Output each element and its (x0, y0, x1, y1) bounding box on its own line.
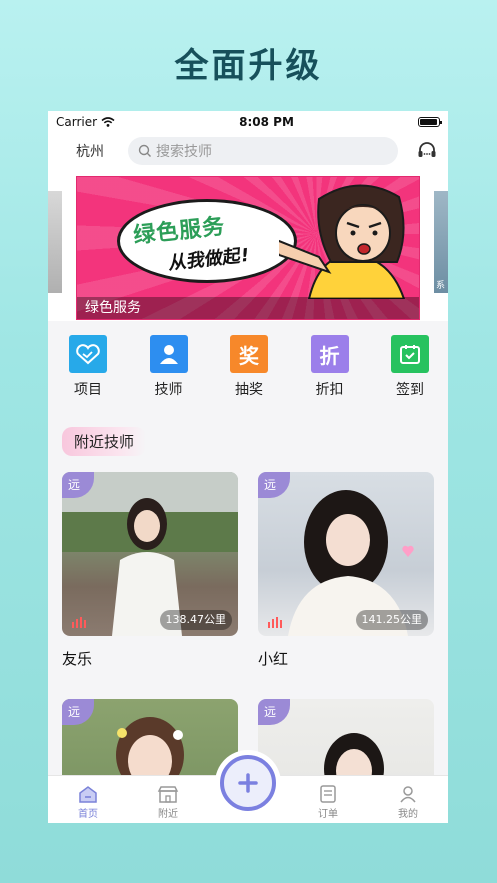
prize-glyph: 奖 (239, 343, 259, 368)
bottom-tab-bar: 首页 附近 订单 我的 (48, 750, 448, 823)
tab-home-label: 首页 (78, 809, 98, 820)
cartoon-character-illustration (279, 184, 406, 299)
top-bar: 杭州 搜索技师 (48, 133, 448, 169)
technician-photo[interactable]: 远 141.25公里 (258, 472, 434, 636)
discount-glyph: 折 (319, 343, 340, 368)
person-icon (149, 335, 188, 373)
status-bar: Carrier 8:08 PM (48, 111, 448, 133)
banner-caption: 绿色服务 (77, 297, 419, 319)
promo-headline: 全面升级 (174, 46, 323, 86)
phone-screen: Carrier 8:08 PM 杭州 搜索技师 系 绿色服务 从我做起! 绿色服… (48, 111, 448, 823)
headset-icon (418, 142, 436, 157)
search-input[interactable]: 搜索技师 (128, 137, 398, 165)
category-grid: 项目 技师 奖 抽奖 折 折扣 签到 (48, 321, 448, 399)
discount-icon: 折 (310, 335, 349, 373)
carrier-label: Carrier (56, 115, 98, 129)
tab-orders-label: 订单 (318, 809, 338, 820)
technician-photo[interactable]: 远 138.47公里 (62, 472, 238, 636)
battery-icon (418, 117, 442, 127)
clock: 8:08 PM (239, 115, 294, 129)
category-checkin[interactable]: 签到 (390, 335, 430, 399)
publish-button[interactable] (215, 750, 281, 816)
banner-next-caption: 系 (436, 281, 446, 291)
distance-label: 138.47公里 (159, 610, 232, 630)
category-checkin-label: 签到 (396, 382, 424, 398)
wifi-icon (101, 117, 115, 127)
tab-nearby[interactable]: 附近 (128, 776, 208, 823)
handshake-icon (69, 335, 107, 373)
technician-name[interactable]: 小红 (258, 648, 434, 669)
checkin-calendar-icon (391, 335, 429, 373)
technician-card[interactable]: 远 138.47公里 友乐 (62, 472, 238, 669)
category-discount[interactable]: 折 折扣 (310, 335, 350, 399)
tab-orders[interactable]: 订单 (288, 776, 368, 823)
search-icon (138, 144, 151, 157)
banner-next-preview[interactable]: 系 (434, 191, 448, 293)
voice-wave-icon (268, 617, 282, 628)
distance-label: 141.25公里 (355, 610, 428, 630)
nearby-section-title: 附近技师 (62, 427, 147, 456)
plus-icon (238, 773, 258, 793)
category-discount-label: 折扣 (315, 382, 344, 398)
publish-button-ring (220, 755, 276, 811)
prize-icon: 奖 (230, 335, 268, 373)
city-selector[interactable]: 杭州 (58, 141, 128, 161)
order-list-icon (320, 785, 336, 803)
banner-prev-preview[interactable] (48, 191, 62, 293)
tab-mine-label: 我的 (398, 809, 418, 820)
tab-mine[interactable]: 我的 (368, 776, 448, 823)
tab-home[interactable]: 首页 (48, 776, 128, 823)
category-project[interactable]: 项目 (68, 335, 108, 399)
shop-icon (157, 786, 179, 803)
search-placeholder: 搜索技师 (156, 144, 212, 160)
category-technician-label: 技师 (154, 382, 183, 398)
banner-slide[interactable]: 绿色服务 从我做起! 绿色服务 (76, 176, 420, 320)
category-project-label: 项目 (74, 382, 102, 398)
category-technician[interactable]: 技师 (149, 335, 189, 399)
technician-card[interactable]: 远 141.25公里 小红 (258, 472, 434, 669)
user-profile-icon (400, 786, 416, 803)
home-icon (79, 786, 97, 803)
banner-carousel[interactable]: 系 绿色服务 从我做起! 绿色服务 (48, 169, 448, 321)
category-lottery[interactable]: 奖 抽奖 (229, 335, 269, 399)
tab-nearby-label: 附近 (158, 809, 178, 820)
category-lottery-label: 抽奖 (235, 382, 263, 398)
voice-wave-icon (72, 617, 86, 628)
technician-name[interactable]: 友乐 (62, 648, 238, 669)
customer-service-button[interactable] (398, 140, 438, 162)
